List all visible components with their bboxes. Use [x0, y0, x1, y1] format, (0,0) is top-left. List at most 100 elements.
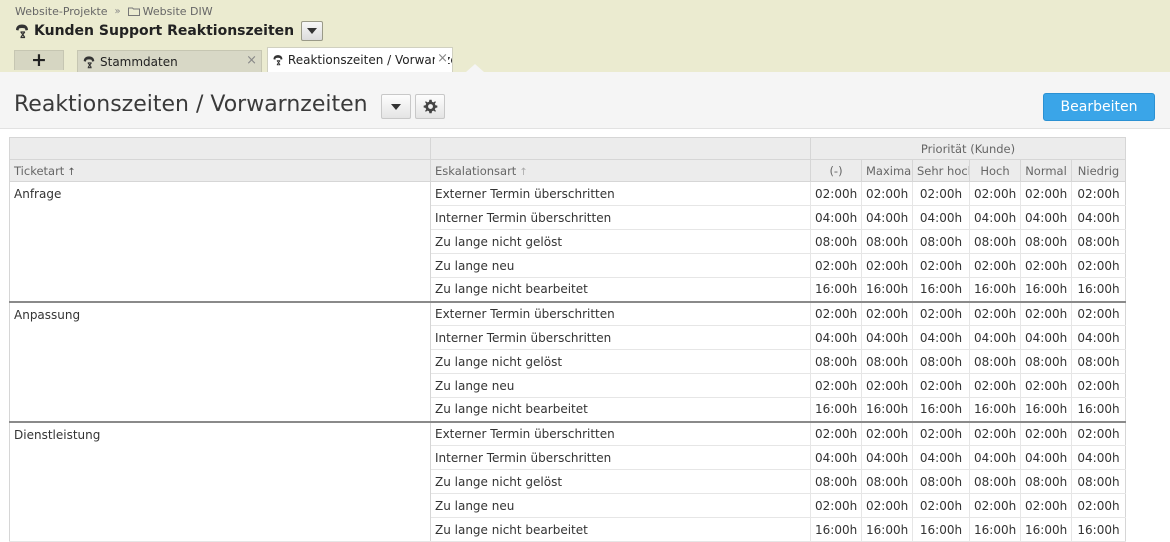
time-value-cell: 02:00h [861, 253, 913, 278]
time-value-cell: 08:00h [810, 469, 862, 494]
breadcrumb-item-website[interactable]: Website DIW [143, 5, 213, 18]
context-header: Website-Projekte » Website DIW Kunden Su… [0, 0, 1170, 72]
header-spacer [430, 137, 811, 160]
eskalationsart-cell: Zu lange nicht bearbeitet [430, 517, 811, 542]
chevron-down-icon [391, 103, 401, 110]
time-value-cell: 04:00h [810, 205, 862, 230]
time-value-cell: 04:00h [912, 325, 970, 350]
time-value-cell: 02:00h [912, 300, 970, 326]
time-value-cell: 04:00h [1071, 445, 1127, 470]
header-spacer [9, 137, 431, 160]
time-value-cell: 02:00h [912, 373, 970, 398]
time-value-cell: 02:00h [969, 300, 1021, 326]
time-value-cell: 04:00h [912, 205, 970, 230]
eskalationsart-cell: Zu lange nicht gelöst [430, 469, 811, 494]
context-dropdown-button[interactable] [301, 21, 324, 41]
time-value-cell: 08:00h [912, 469, 970, 494]
time-value-cell: 02:00h [1020, 420, 1072, 446]
time-value-cell: 02:00h [912, 493, 970, 518]
close-icon[interactable]: × [244, 53, 257, 68]
time-value-cell: 02:00h [912, 420, 970, 446]
time-value-cell: 02:00h [969, 373, 1021, 398]
time-value-cell: 02:00h [1071, 420, 1127, 446]
eskalationsart-cell: Externer Termin überschritten [430, 420, 811, 446]
time-value-cell: 02:00h [969, 253, 1021, 278]
reaction-times-table: Priorität (Kunde) Ticketart ↑ Eskalations… [9, 137, 1127, 542]
time-value-cell: 02:00h [1071, 181, 1127, 206]
column-header-priority[interactable]: Sehr hoch [912, 159, 970, 182]
table-row[interactable]: Dienstleistung Externer Termin überschrit… [9, 420, 1127, 542]
support-phone-icon [83, 55, 95, 68]
time-value-cell: 04:00h [969, 325, 1021, 350]
time-value-cell: 16:00h [912, 277, 970, 302]
time-value-cell: 02:00h [861, 373, 913, 398]
time-value-cell: 02:00h [861, 420, 913, 446]
time-value-cell: 08:00h [1020, 229, 1072, 254]
time-value-cell: 16:00h [810, 517, 862, 542]
time-value-cell: 02:00h [1020, 181, 1072, 206]
eskalationsart-cell: Zu lange nicht gelöst [430, 229, 811, 254]
table-row[interactable]: Anpassung Externer Termin überschritten 02… [9, 300, 1127, 422]
add-tab-button[interactable]: + [14, 50, 64, 70]
time-value-cell: 02:00h [1020, 493, 1072, 518]
chevron-down-icon [307, 28, 318, 34]
column-header-priority[interactable]: Niedrig [1070, 159, 1127, 182]
time-value-cell: 08:00h [912, 229, 970, 254]
time-value-cell: 08:00h [969, 229, 1021, 254]
time-value-cell: 02:00h [969, 493, 1021, 518]
priority-group-header: Priorität (Kunde) [809, 137, 1127, 160]
time-value-cell: 02:00h [810, 493, 862, 518]
column-header-priority[interactable]: Normal [1020, 159, 1072, 182]
column-header-ticketart[interactable]: Ticketart ↑ [9, 159, 431, 182]
eskalationsart-cell: Interner Termin überschritten [430, 205, 811, 230]
time-value-cell: 16:00h [1071, 277, 1127, 302]
column-header-eskalationsart[interactable]: Eskalationsart ↑ [430, 159, 811, 182]
sort-ascending-icon: ↑ [67, 166, 76, 178]
time-value-cell: 02:00h [969, 420, 1021, 446]
time-value-cell: 08:00h [810, 349, 862, 374]
eskalationsart-cell: Zu lange neu [430, 373, 811, 398]
time-value-cell: 08:00h [861, 469, 913, 494]
support-phone-icon [273, 55, 283, 66]
sort-ascending-icon: ↑ [519, 166, 528, 178]
time-value-cell: 16:00h [1071, 517, 1127, 542]
time-value-cell: 04:00h [1020, 205, 1072, 230]
time-value-cell: 02:00h [969, 181, 1021, 206]
column-header-priority[interactable]: Maximal [861, 159, 913, 182]
tab-reaktionszeiten[interactable]: Reaktionszeiten / Vorwarnzeiten × [267, 47, 453, 72]
eskalationsart-cell: Zu lange nicht bearbeitet [430, 397, 811, 422]
column-header-priority[interactable]: (-) [810, 159, 862, 182]
time-value-cell: 04:00h [969, 445, 1021, 470]
time-value-cell: 04:00h [810, 325, 862, 350]
time-value-cell: 02:00h [1071, 493, 1127, 518]
tab-notch [466, 64, 484, 72]
eskalationsart-cell: Zu lange neu [430, 493, 811, 518]
tab-label: Reaktionszeiten / Vorwarnzeiten [287, 53, 452, 67]
eskalationsart-cell: Zu lange neu [430, 253, 811, 278]
breadcrumb-item-projects[interactable]: Website-Projekte [15, 5, 108, 18]
time-value-cell: 16:00h [810, 397, 862, 422]
time-value-cell: 08:00h [810, 229, 862, 254]
close-icon[interactable]: × [435, 51, 448, 66]
time-value-cell: 04:00h [861, 325, 913, 350]
time-value-cell: 02:00h [861, 181, 913, 206]
time-value-cell: 04:00h [1071, 205, 1127, 230]
ticketart-cell: Anpassung [9, 300, 431, 422]
column-header-priority[interactable]: Hoch [969, 159, 1021, 182]
time-value-cell: 04:00h [810, 445, 862, 470]
time-value-cell: 02:00h [912, 181, 970, 206]
eskalationsart-cell: Zu lange nicht bearbeitet [430, 277, 811, 302]
page-menu-dropdown-button[interactable] [381, 94, 411, 119]
eskalationsart-cell: Interner Termin überschritten [430, 445, 811, 470]
tab-label: Stammdaten [100, 54, 178, 69]
time-value-cell: 02:00h [1071, 253, 1127, 278]
breadcrumb-separator: » [114, 6, 121, 17]
edit-button[interactable]: Bearbeiten [1043, 93, 1155, 121]
time-value-cell: 08:00h [1071, 349, 1127, 374]
table-row[interactable]: Anfrage Externer Termin überschritten 02:0… [9, 181, 1127, 302]
support-phone-icon [16, 24, 28, 39]
time-value-cell: 04:00h [1020, 445, 1072, 470]
time-value-cell: 08:00h [1071, 229, 1127, 254]
tab-stammdaten[interactable]: Stammdaten × [77, 50, 262, 72]
settings-button[interactable] [415, 94, 445, 119]
